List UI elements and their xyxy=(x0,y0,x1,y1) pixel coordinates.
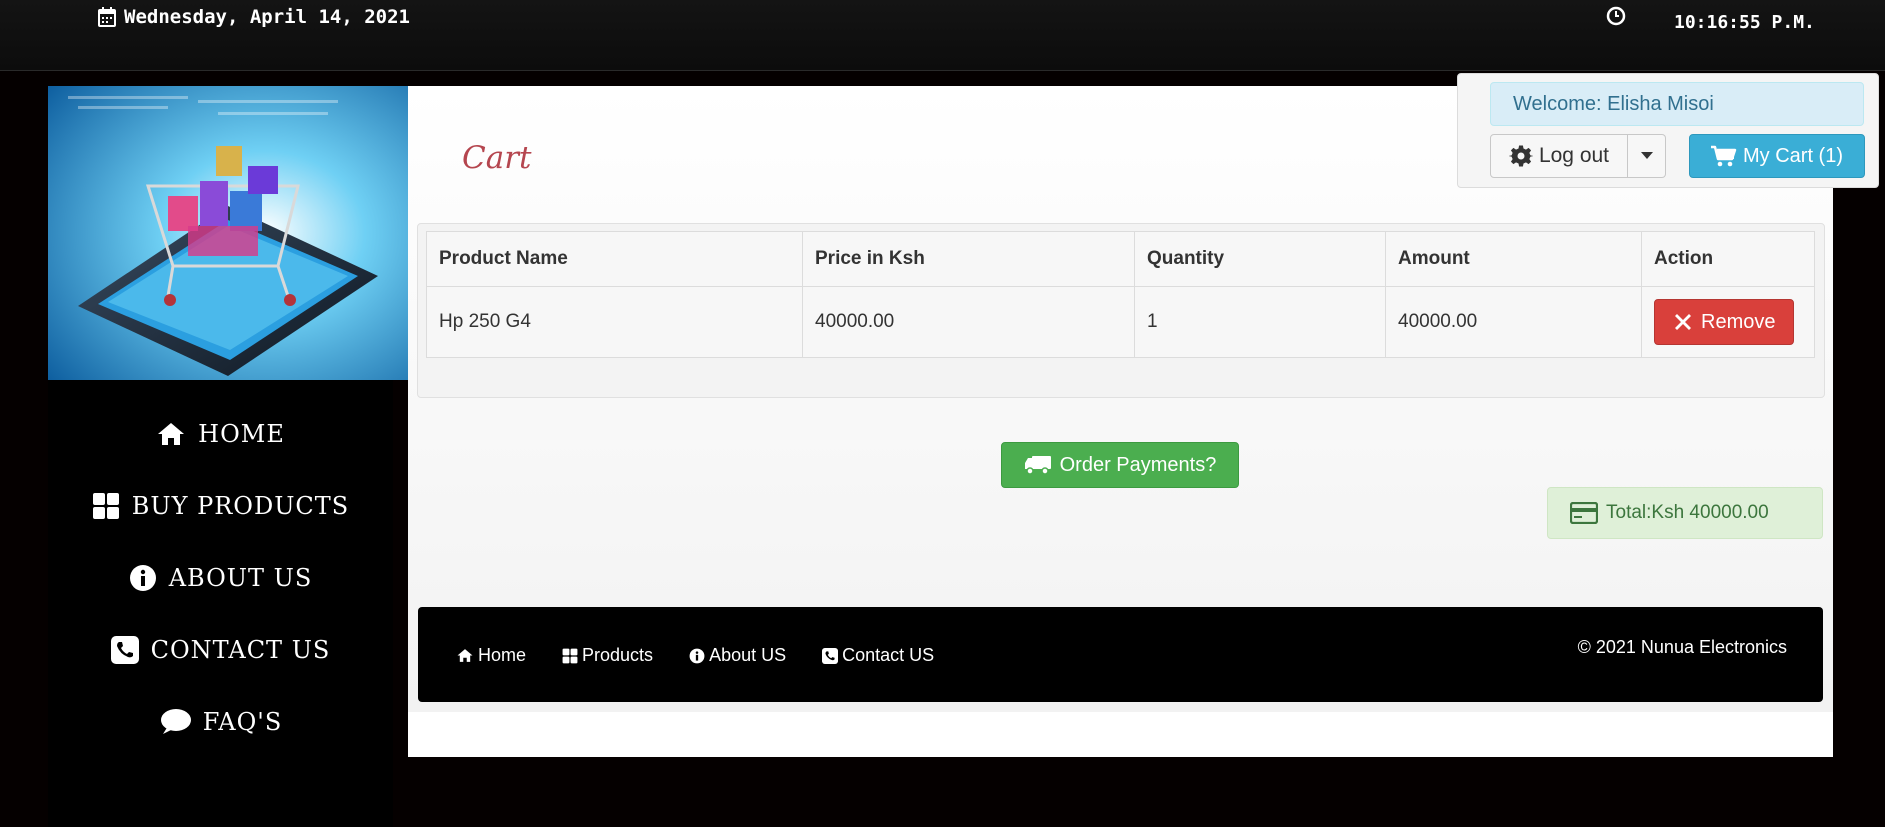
gear-icon xyxy=(1508,145,1533,167)
total-display: Total:Ksh 40000.00 xyxy=(1547,487,1823,539)
cart-table: Product Name Price in Ksh Quantity Amoun… xyxy=(426,231,1815,358)
caret-down-icon xyxy=(1640,152,1653,159)
footer-link-label: Home xyxy=(478,645,527,665)
order-payments-button[interactable]: Order Payments? xyxy=(1001,442,1239,488)
price-cell: 40000.00 xyxy=(802,286,1135,358)
info-icon xyxy=(689,648,705,663)
footer-links: Home Products About US Contact US xyxy=(456,645,934,666)
sidebar-item-label: BUY PRODUCTS xyxy=(131,492,350,520)
phone-icon xyxy=(822,647,839,664)
footer: Home Products About US Contact US © 2021… xyxy=(418,607,1823,702)
action-cell: Remove xyxy=(1641,286,1815,358)
logout-dropdown-toggle[interactable] xyxy=(1628,134,1666,178)
product-name-cell: Hp 250 G4 xyxy=(426,286,803,358)
top-bar: Wednesday, April 14, 2021 10:16:55 P.M. xyxy=(0,0,1885,71)
phone-icon xyxy=(110,636,139,664)
sidebar-item-label: ABOUT US xyxy=(168,564,313,592)
date-text: Wednesday, April 14, 2021 xyxy=(124,6,410,28)
date-display: Wednesday, April 14, 2021 xyxy=(98,6,410,28)
sidebar-item-label: CONTACT US xyxy=(150,636,331,664)
table-row: Hp 250 G4 40000.00 1 40000.00 Remove xyxy=(426,286,1815,358)
footer-link-home[interactable]: Home xyxy=(456,645,526,666)
sidebar-item-home[interactable]: HOME xyxy=(48,398,393,470)
copyright-text: © 2021 Nunua Electronics xyxy=(1577,637,1787,657)
my-cart-button[interactable]: My Cart (1) xyxy=(1689,134,1865,178)
logout-button[interactable]: Log out xyxy=(1490,134,1628,178)
my-cart-label: My Cart (1) xyxy=(1743,144,1843,167)
sidebar-item-label: HOME xyxy=(198,420,285,448)
footer-link-products[interactable]: Products xyxy=(562,645,653,666)
quantity-cell: 1 xyxy=(1134,286,1386,358)
amount-cell: 40000.00 xyxy=(1385,286,1642,358)
page-title: Cart xyxy=(462,140,532,176)
home-icon xyxy=(457,649,473,662)
sidebar-item-about-us[interactable]: ABOUT US xyxy=(48,542,393,614)
shopping-cart-icon xyxy=(1711,145,1737,167)
footer-link-about-us[interactable]: About US xyxy=(689,645,786,666)
sidebar-item-faqs[interactable]: FAQ'S xyxy=(48,686,393,758)
sidebar-nav: HOME BUY PRODUCTS ABOUT US CONTACT US FA… xyxy=(48,398,393,758)
chat-icon xyxy=(160,709,191,734)
logout-button-group: Log out xyxy=(1490,134,1666,178)
footer-link-label: Products xyxy=(582,645,654,665)
close-icon xyxy=(1675,314,1691,330)
calendar-icon xyxy=(98,7,116,27)
total-text: Total:Ksh 40000.00 xyxy=(1606,502,1769,523)
home-icon xyxy=(158,423,185,445)
column-header: Quantity xyxy=(1134,231,1386,287)
sidebar-item-contact-us[interactable]: CONTACT US xyxy=(48,614,393,686)
time-display: 10:16:55 P.M. xyxy=(1674,12,1815,33)
sidebar-item-buy-products[interactable]: BUY PRODUCTS xyxy=(48,470,393,542)
column-header: Action xyxy=(1641,231,1815,287)
remove-button-label: Remove xyxy=(1701,310,1776,333)
sidebar-item-label: FAQ'S xyxy=(202,708,283,736)
user-panel: Welcome: Elisha Misoi Log out My Cart (1… xyxy=(1457,73,1879,188)
column-header: Price in Ksh xyxy=(802,231,1135,287)
logout-label: Log out xyxy=(1538,144,1610,167)
grid-icon xyxy=(92,493,119,519)
footer-link-label: Contact US xyxy=(842,645,935,665)
table-header-row: Product Name Price in Ksh Quantity Amoun… xyxy=(426,231,1815,287)
info-icon xyxy=(129,565,156,591)
credit-card-icon xyxy=(1570,502,1598,524)
footer-link-label: About US xyxy=(709,645,787,665)
order-payments-label: Order Payments? xyxy=(1059,453,1217,476)
column-header: Product Name xyxy=(426,231,803,287)
grid-icon xyxy=(562,648,578,663)
footer-link-contact-us[interactable]: Contact US xyxy=(822,645,934,666)
truck-icon xyxy=(1024,456,1051,475)
shopping-banner-image xyxy=(48,86,408,380)
clock-icon xyxy=(1606,6,1626,26)
remove-button[interactable]: Remove xyxy=(1654,299,1795,345)
column-header: Amount xyxy=(1385,231,1642,287)
welcome-message: Welcome: Elisha Misoi xyxy=(1490,82,1864,126)
